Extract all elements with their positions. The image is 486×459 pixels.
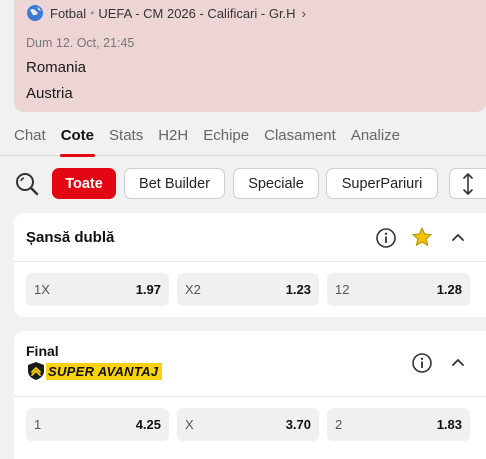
sort-arrows-icon <box>463 172 473 195</box>
filter-toate[interactable]: Toate <box>52 168 116 199</box>
odd-label: 12 <box>335 282 350 297</box>
shield-chevron-icon <box>28 362 44 380</box>
odd-label: X <box>185 417 194 432</box>
info-icon[interactable] <box>411 352 433 374</box>
breadcrumb-separator-icon: • <box>90 6 95 20</box>
filter-speciale[interactable]: Speciale <box>233 168 319 199</box>
odd-button[interactable]: X2 1.23 <box>177 273 319 306</box>
away-team: Austria <box>26 85 73 102</box>
breadcrumb-competition[interactable]: UEFA - CM 2026 - Calificari - Gr.H <box>98 6 295 21</box>
filter-superpariuri[interactable]: SuperPariuri <box>326 168 438 199</box>
odd-button[interactable]: 12 1.28 <box>327 273 470 306</box>
super-avantaj-badge: SUPER AVANTAJ <box>26 361 163 381</box>
market-title: Final <box>26 343 59 359</box>
chevron-up-icon[interactable] <box>447 352 469 374</box>
chevron-right-icon: › <box>301 5 306 21</box>
badge-text: SUPER AVANTAJ <box>46 362 163 380</box>
match-datetime: Dum 12. Oct, 21:45 <box>26 36 135 50</box>
breadcrumb-sport[interactable]: Fotbal <box>50 6 86 21</box>
star-icon[interactable] <box>411 226 433 248</box>
tab-chat[interactable]: Chat <box>0 118 53 156</box>
match-header: Fotbal • UEFA - CM 2026 - Calificari - G… <box>14 0 486 112</box>
odd-label: 2 <box>335 417 343 432</box>
search-icon[interactable] <box>14 171 40 197</box>
filter-bet-builder[interactable]: Bet Builder <box>124 168 225 199</box>
odd-label: 1 <box>34 417 42 432</box>
tab-analize[interactable]: Analize <box>343 118 407 156</box>
globe-icon <box>27 5 43 21</box>
odd-button[interactable]: 1 4.25 <box>26 408 169 441</box>
info-icon[interactable] <box>375 227 397 249</box>
odd-value: 1.28 <box>436 282 462 297</box>
chevron-up-icon[interactable] <box>447 227 469 249</box>
tab-stats[interactable]: Stats <box>102 118 151 156</box>
tab-echipe[interactable]: Echipe <box>196 118 257 156</box>
market-card-sansa-dubla: Șansă dublă 1X 1.97 X2 1.23 12 1.28 <box>14 213 486 317</box>
match-tabs: Chat Cote Stats H2H Echipe Clasament Ana… <box>0 118 486 157</box>
divider <box>14 261 486 262</box>
tab-h2h[interactable]: H2H <box>151 118 196 156</box>
market-title: Șansă dublă <box>26 229 115 246</box>
market-card-final: Final SUPER AVANTAJ 1 4.25 X 3.70 2 1.83 <box>14 331 486 459</box>
odd-button[interactable]: 1X 1.97 <box>26 273 169 306</box>
odd-button[interactable]: X 3.70 <box>177 408 319 441</box>
odd-label: 1X <box>34 282 50 297</box>
odd-value: 4.25 <box>135 417 161 432</box>
tab-clasament[interactable]: Clasament <box>257 118 344 156</box>
market-filters: Toate Bet Builder Speciale SuperPariuri <box>0 166 486 204</box>
divider <box>14 396 486 397</box>
odd-value: 1.97 <box>135 282 161 297</box>
odd-button[interactable]: 2 1.83 <box>327 408 470 441</box>
sort-button[interactable] <box>449 168 486 199</box>
home-team: Romania <box>26 59 87 76</box>
tab-cote[interactable]: Cote <box>53 118 101 157</box>
odd-label: X2 <box>185 282 201 297</box>
odd-value: 1.23 <box>285 282 311 297</box>
odd-value: 1.83 <box>436 417 462 432</box>
breadcrumb[interactable]: Fotbal • UEFA - CM 2026 - Calificari - G… <box>26 4 306 22</box>
odd-value: 3.70 <box>285 417 311 432</box>
